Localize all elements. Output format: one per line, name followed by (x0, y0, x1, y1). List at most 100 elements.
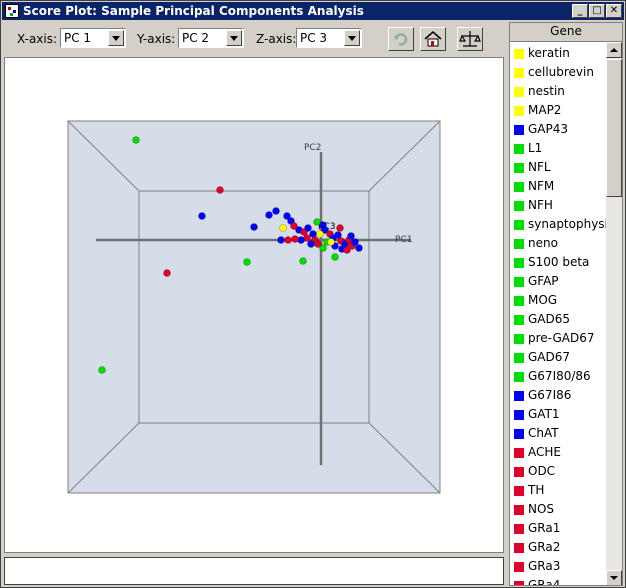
y-axis-select[interactable]: PC 2 (178, 28, 244, 48)
minimize-button[interactable]: _ (572, 4, 588, 18)
rotate-button[interactable] (388, 27, 414, 51)
gene-list-item[interactable]: GRa3 (512, 557, 606, 576)
gene-list-item[interactable]: NFM (512, 177, 606, 196)
score-point[interactable] (132, 136, 140, 144)
gene-list-item[interactable]: GRa1 (512, 519, 606, 538)
gene-list-item[interactable]: TH (512, 481, 606, 500)
home-button[interactable] (420, 27, 446, 51)
score-point[interactable] (316, 230, 324, 238)
gene-label: TH (528, 483, 545, 497)
toolbar: X-axis: PC 1 Y-axis: PC 2 Z-axis: PC 3 (5, 23, 505, 55)
gene-list-item[interactable]: nestin (512, 82, 606, 101)
maximize-button[interactable]: □ (589, 4, 605, 18)
x-axis-value: PC 1 (64, 31, 92, 45)
score-point[interactable] (351, 238, 359, 246)
gene-label: GRa3 (528, 559, 561, 573)
score-point[interactable] (336, 224, 344, 232)
gene-color-swatch (514, 391, 524, 401)
scroll-up-button[interactable] (606, 42, 622, 58)
gene-label: ChAT (528, 426, 559, 440)
gene-list-item[interactable]: NFH (512, 196, 606, 215)
gene-color-swatch (514, 524, 524, 534)
score-plot-canvas[interactable]: PC1 PC2 PC3 (4, 57, 504, 553)
gene-list-item[interactable]: G67I80/86 (512, 367, 606, 386)
score-point[interactable] (279, 224, 287, 232)
score-point[interactable] (314, 240, 322, 248)
gene-list-item[interactable]: GAD65 (512, 310, 606, 329)
pc2-label: PC2 (304, 143, 321, 153)
gene-list-item[interactable]: ODC (512, 462, 606, 481)
gene-list-item[interactable]: cellubrevin (512, 63, 606, 82)
score-point[interactable] (299, 257, 307, 265)
gene-color-swatch (514, 220, 524, 230)
gene-list: keratin cellubrevin nestin MAP2 GAP43 L1 NFL NF… (510, 42, 606, 586)
gene-label: GFAP (528, 274, 559, 288)
gene-list-item[interactable]: GRa4 (512, 576, 606, 586)
gene-list-item[interactable]: ACHE (512, 443, 606, 462)
gene-list-item[interactable]: GAP43 (512, 120, 606, 139)
gene-color-swatch (514, 296, 524, 306)
scroll-thumb[interactable] (606, 59, 622, 197)
score-point[interactable] (277, 236, 285, 244)
score-point[interactable] (163, 269, 171, 277)
score-point[interactable] (307, 240, 315, 248)
scale-icon (459, 31, 481, 47)
gene-color-swatch (514, 106, 524, 116)
gene-color-swatch (514, 486, 524, 496)
score-point[interactable] (250, 223, 258, 231)
gene-list-item[interactable]: GAD67 (512, 348, 606, 367)
gene-label: G67I80/86 (528, 369, 591, 383)
settings-button[interactable] (457, 27, 483, 51)
gene-color-swatch (514, 49, 524, 59)
z-axis-select[interactable]: PC 3 (296, 28, 362, 48)
gene-list-item[interactable]: MOG (512, 291, 606, 310)
home-icon (424, 31, 442, 47)
gene-list-item[interactable]: pre-GAD67 (512, 329, 606, 348)
score-plot-svg: PC1 PC2 PC3 (67, 120, 441, 494)
plot-box-back (67, 120, 441, 494)
score-point[interactable] (216, 186, 224, 194)
score-point[interactable] (284, 236, 292, 244)
score-point[interactable] (331, 253, 339, 261)
gene-header[interactable]: Gene (510, 23, 622, 42)
score-point[interactable] (355, 244, 363, 252)
chevron-down-icon[interactable] (226, 30, 242, 46)
gene-list-item[interactable]: keratin (512, 44, 606, 63)
gene-list-item[interactable]: L1 (512, 139, 606, 158)
gene-list-item[interactable]: NOS (512, 500, 606, 519)
score-point[interactable] (291, 235, 299, 243)
score-point[interactable] (327, 238, 335, 246)
gene-list-item[interactable]: ChAT (512, 424, 606, 443)
score-point[interactable] (243, 258, 251, 266)
gene-label: nestin (528, 84, 565, 98)
score-point[interactable] (272, 207, 280, 215)
score-point[interactable] (265, 211, 273, 219)
gene-label: GAT1 (528, 407, 560, 421)
gene-list-item[interactable]: GRa2 (512, 538, 606, 557)
gene-list-item[interactable]: neno (512, 234, 606, 253)
chevron-down-icon[interactable] (344, 30, 360, 46)
title-bar[interactable]: Score Plot: Sample Principal Components … (2, 2, 624, 20)
score-point[interactable] (98, 366, 106, 374)
close-button[interactable]: ✕ (606, 4, 622, 18)
score-point[interactable] (304, 224, 312, 232)
gene-list-item[interactable]: MAP2 (512, 101, 606, 120)
gene-scrollbar[interactable] (606, 42, 622, 585)
x-axis-label: X-axis: (17, 32, 58, 46)
gene-list-item[interactable]: synaptophysin (512, 215, 606, 234)
app-icon (5, 4, 19, 18)
gene-list-item[interactable]: G67I86 (512, 386, 606, 405)
score-point[interactable] (343, 246, 351, 254)
gene-list-item[interactable]: GAT1 (512, 405, 606, 424)
scroll-down-button[interactable] (606, 570, 622, 585)
score-point[interactable] (347, 232, 355, 240)
gene-label: GRa1 (528, 521, 561, 535)
gene-list-item[interactable]: S100 beta (512, 253, 606, 272)
gene-list-item[interactable]: GFAP (512, 272, 606, 291)
gene-list-item[interactable]: NFL (512, 158, 606, 177)
x-axis-select[interactable]: PC 1 (60, 28, 126, 48)
score-point[interactable] (198, 212, 206, 220)
gene-label: GRa4 (528, 578, 561, 586)
chevron-down-icon[interactable] (108, 30, 124, 46)
gene-color-swatch (514, 277, 524, 287)
